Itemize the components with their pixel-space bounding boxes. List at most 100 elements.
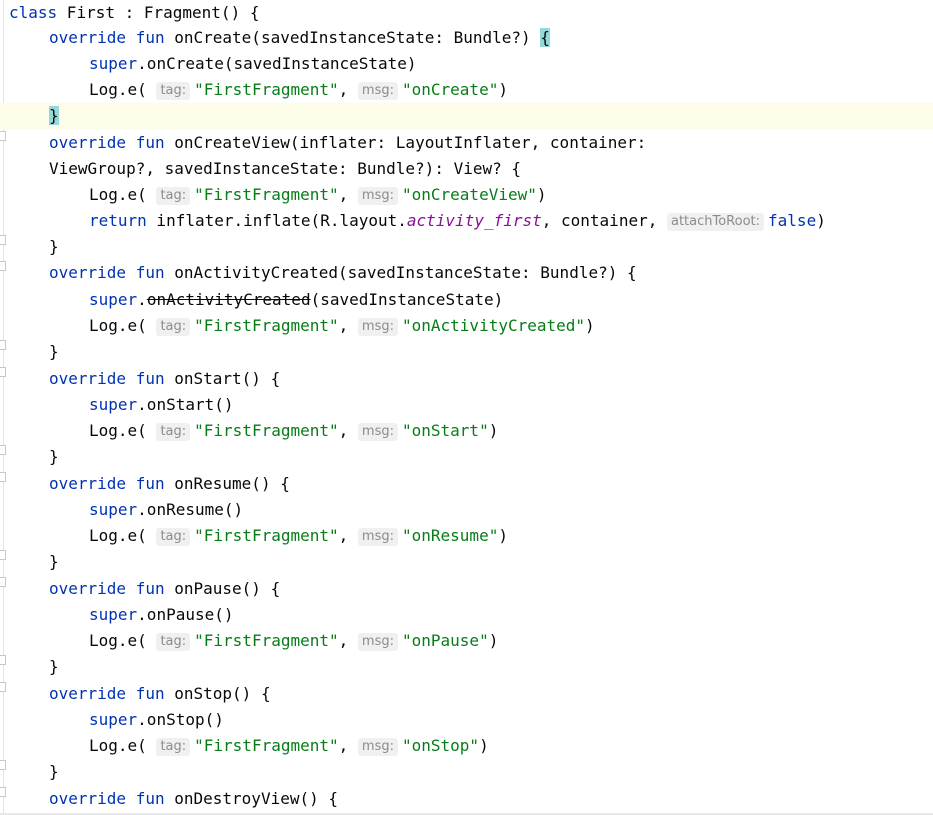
string-literal: "FirstFragment" bbox=[194, 526, 339, 545]
code-line-onCreate-signature[interactable]: override fun onCreate(savedInstanceState… bbox=[9, 25, 550, 51]
code-line-log-onStop[interactable]: Log.e( tag: "FirstFragment", msg: "onStop"… bbox=[9, 733, 489, 759]
code-text: inflater.inflate(R.layout. bbox=[146, 211, 407, 230]
code-line-super-onStop[interactable]: super.onStop() bbox=[9, 707, 224, 733]
keyword: super bbox=[89, 290, 138, 309]
matched-brace: } bbox=[49, 106, 59, 125]
code-line-onCreateView-signature-cont[interactable]: ViewGroup?, savedInstanceState: Bundle?)… bbox=[9, 156, 521, 182]
code-editor[interactable]: class First : Fragment() { override fun … bbox=[0, 0, 933, 815]
fold-marker-icon[interactable] bbox=[0, 577, 6, 587]
code-line-return-inflate[interactable]: return inflater.inflate(R.layout.activit… bbox=[9, 208, 826, 234]
fold-marker-icon[interactable] bbox=[0, 760, 6, 770]
keyword: override bbox=[49, 474, 127, 493]
code-line-log-onPause[interactable]: Log.e( tag: "FirstFragment", msg: "onPause… bbox=[9, 628, 498, 654]
function-signature: onCreate(savedInstanceState: Bundle?) bbox=[164, 28, 541, 47]
parameter-hint: tag: bbox=[156, 423, 191, 441]
fold-marker-icon[interactable] bbox=[0, 472, 6, 482]
code-line-super-onActivityCreated[interactable]: super.onActivityCreated(savedInstanceSta… bbox=[9, 287, 503, 313]
string-literal: "onActivityCreated" bbox=[402, 316, 586, 335]
keyword: override bbox=[49, 263, 127, 282]
code-text: } bbox=[49, 342, 59, 361]
code-text: , bbox=[338, 631, 349, 650]
matched-brace: { bbox=[540, 28, 550, 47]
code-line-onResume-signature[interactable]: override fun onResume() { bbox=[9, 471, 290, 497]
function-signature: onStart() { bbox=[164, 369, 281, 388]
parameter-hint: tag: bbox=[156, 187, 191, 205]
parameter-hint: tag: bbox=[156, 318, 191, 336]
keyword: return bbox=[89, 211, 147, 230]
code-text: ) bbox=[488, 421, 499, 440]
code-line-close-brace[interactable]: } bbox=[9, 234, 59, 260]
code-line-class-declaration[interactable]: class First : Fragment() { bbox=[9, 0, 259, 26]
code-line-log-onCreate[interactable]: Log.e( tag: "FirstFragment", msg: "onCreat… bbox=[9, 77, 508, 103]
code-line-log-onActivityCreated[interactable]: Log.e( tag: "FirstFragment", msg: "onActiv… bbox=[9, 313, 595, 339]
function-signature: onPause() { bbox=[164, 579, 281, 598]
code-text: } bbox=[49, 762, 59, 781]
code-line-close-brace[interactable]: } bbox=[9, 654, 59, 680]
code-text: , bbox=[338, 185, 349, 204]
code-text: } bbox=[49, 657, 59, 676]
parameter-hint: msg: bbox=[357, 187, 398, 205]
keyword: fun bbox=[135, 474, 165, 493]
string-literal: "onStop" bbox=[402, 736, 480, 755]
parameter-hint: tag: bbox=[156, 82, 191, 100]
code-text: Log.e( bbox=[89, 421, 147, 440]
code-line-onPause-signature[interactable]: override fun onPause() { bbox=[9, 576, 280, 602]
fold-marker-icon[interactable] bbox=[0, 787, 6, 797]
function-signature: onResume() { bbox=[164, 474, 290, 493]
fold-marker-icon[interactable] bbox=[0, 235, 6, 245]
string-literal: "onPause" bbox=[402, 631, 489, 650]
code-line-onCreateView-signature[interactable]: override fun onCreateView(inflater: Layo… bbox=[9, 130, 646, 156]
keyword: fun bbox=[135, 369, 165, 388]
code-line-super-onCreate[interactable]: super.onCreate(savedInstanceState) bbox=[9, 51, 417, 77]
code-line-onDestroyView-signature[interactable]: override fun onDestroyView() { bbox=[9, 786, 338, 812]
fold-marker-icon[interactable] bbox=[0, 261, 6, 271]
code-line-close-brace[interactable]: } bbox=[9, 339, 59, 365]
fold-marker-icon[interactable] bbox=[0, 655, 6, 665]
parameter-hint: msg: bbox=[357, 318, 398, 336]
code-line-onStart-signature[interactable]: override fun onStart() { bbox=[9, 366, 280, 392]
parameter-hint: msg: bbox=[357, 82, 398, 100]
fold-marker-icon[interactable] bbox=[0, 367, 6, 377]
code-text: , container, bbox=[541, 211, 667, 230]
code-line-log-onStart[interactable]: Log.e( tag: "FirstFragment", msg: "onStart… bbox=[9, 418, 498, 444]
string-literal: "FirstFragment" bbox=[194, 80, 339, 99]
code-line-super-onPause[interactable]: super.onPause() bbox=[9, 602, 234, 628]
string-literal: "FirstFragment" bbox=[194, 185, 339, 204]
keyword: fun bbox=[135, 133, 165, 152]
keyword: override bbox=[49, 789, 127, 808]
keyword: override bbox=[49, 579, 127, 598]
fold-marker-icon[interactable] bbox=[0, 682, 6, 692]
parameter-hint: tag: bbox=[156, 528, 191, 546]
code-text: Log.e( bbox=[89, 316, 147, 335]
code-text: , bbox=[338, 526, 349, 545]
code-line-super-onResume[interactable]: super.onResume() bbox=[9, 497, 243, 523]
keyword: class bbox=[9, 3, 58, 22]
fold-marker-icon[interactable] bbox=[0, 340, 6, 350]
code-line-super-onStart[interactable]: super.onStart() bbox=[9, 392, 234, 418]
keyword: override bbox=[49, 133, 127, 152]
keyword: fun bbox=[135, 789, 165, 808]
fold-marker-icon[interactable] bbox=[0, 445, 6, 455]
fold-marker-icon[interactable] bbox=[0, 131, 6, 141]
string-literal: "onResume" bbox=[402, 526, 499, 545]
code-text: .onStart() bbox=[137, 395, 234, 414]
code-line-current[interactable]: } bbox=[0, 103, 933, 129]
code-text: Log.e( bbox=[89, 185, 147, 204]
code-text: , bbox=[338, 421, 349, 440]
code-line-close-brace[interactable]: } bbox=[9, 759, 59, 785]
code-line-close-brace[interactable]: } bbox=[9, 444, 59, 470]
keyword: fun bbox=[135, 684, 165, 703]
static-field: activity_first bbox=[406, 211, 542, 230]
code-line-log-onCreateView[interactable]: Log.e( tag: "FirstFragment", msg: "onCreat… bbox=[9, 182, 547, 208]
code-text: ) bbox=[585, 316, 595, 335]
code-line-onStop-signature[interactable]: override fun onStop() { bbox=[9, 681, 271, 707]
code-line-log-onResume[interactable]: Log.e( tag: "FirstFragment", msg: "onResum… bbox=[9, 523, 508, 549]
keyword: fun bbox=[135, 579, 165, 598]
class-declaration: First : Fragment() { bbox=[57, 3, 260, 22]
code-text: ) bbox=[498, 526, 508, 545]
code-line-onActivityCreated-signature[interactable]: override fun onActivityCreated(savedInst… bbox=[9, 260, 637, 286]
function-signature: ViewGroup?, savedInstanceState: Bundle?)… bbox=[49, 159, 522, 178]
fold-marker-icon[interactable] bbox=[0, 550, 6, 560]
code-line-close-brace[interactable]: } bbox=[9, 549, 59, 575]
keyword: super bbox=[89, 54, 138, 73]
